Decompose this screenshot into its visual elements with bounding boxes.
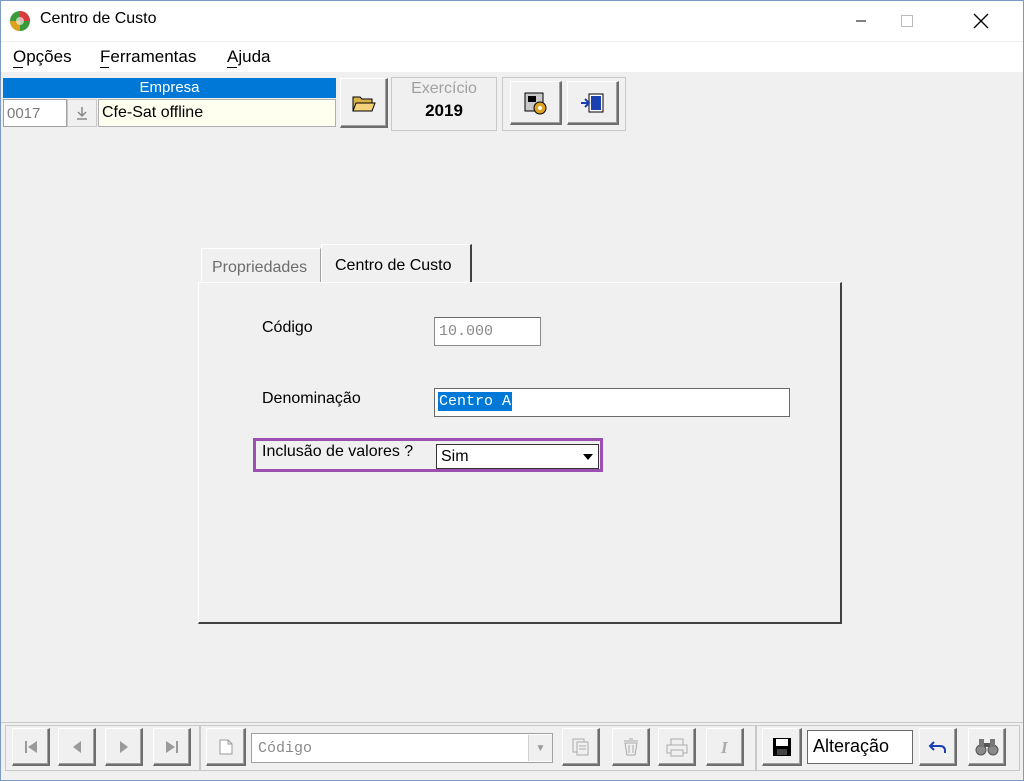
inclusao-label: Inclusão de valores ?	[262, 443, 414, 460]
search-button[interactable]	[968, 728, 1006, 766]
next-record-icon	[119, 740, 128, 753]
last-record-icon	[165, 740, 178, 753]
new-record-button[interactable]	[206, 728, 246, 766]
next-record-button[interactable]	[105, 728, 143, 766]
maximize-button[interactable]	[884, 1, 930, 40]
chevron-down-icon[interactable]: ▼	[528, 735, 552, 761]
exercicio-value: 2019	[425, 101, 463, 120]
undo-button[interactable]	[919, 728, 957, 766]
denominacao-label: Denominação	[262, 390, 361, 407]
maximize-icon	[901, 14, 913, 27]
delete-record-button[interactable]	[612, 728, 650, 766]
previous-record-button[interactable]	[58, 728, 96, 766]
close-button[interactable]	[958, 1, 1004, 40]
empresa-code-field[interactable]: 0017	[3, 99, 67, 127]
minimize-button[interactable]	[838, 1, 884, 40]
printer-icon	[666, 738, 687, 756]
dropdown-arrow-icon[interactable]	[578, 446, 598, 467]
app-globe-icon	[10, 11, 30, 31]
config-gear-icon	[524, 92, 546, 114]
italic-i-icon: I	[720, 738, 729, 756]
menu-accel-underline	[13, 67, 23, 68]
window-title: Centro de Custo	[40, 10, 157, 27]
svg-text:I: I	[720, 738, 729, 756]
codigo-field[interactable]: 10.000	[434, 317, 541, 346]
trash-icon	[623, 738, 638, 755]
print-button[interactable]	[658, 728, 696, 766]
copy-record-button[interactable]	[562, 728, 600, 766]
download-arrow-icon	[77, 107, 87, 120]
save-floppy-icon	[772, 737, 791, 756]
search-codigo-combo[interactable]: Código	[251, 733, 553, 763]
close-icon	[973, 13, 989, 28]
denominacao-selected-text: Centro A	[438, 392, 513, 411]
empresa-label: Empresa	[3, 78, 336, 98]
exercicio-label: Exercício	[411, 80, 477, 97]
menu-accel-underline	[227, 67, 237, 68]
copy-documents-icon	[572, 738, 588, 755]
empresa-dropdown-button[interactable]	[67, 99, 97, 127]
denominacao-field[interactable]: Centro A	[434, 388, 790, 417]
first-record-button[interactable]	[12, 728, 50, 766]
minimize-icon	[856, 20, 866, 21]
tab-centro-de-custo-label: Centro de Custo	[335, 257, 452, 274]
tab-propriedades-label: Propriedades	[212, 259, 308, 276]
menu-opcoes[interactable]: Opções	[13, 47, 72, 67]
italic-info-button[interactable]: I	[706, 728, 744, 766]
active-tab-joiner	[321, 283, 470, 285]
exit-door-icon	[580, 93, 603, 112]
codigo-label: Código	[262, 319, 313, 336]
menu-accel-underline	[100, 67, 109, 68]
previous-record-icon	[72, 740, 81, 753]
menu-ferramentas[interactable]: Ferramentas	[100, 47, 196, 67]
undo-arrow-icon	[928, 740, 946, 753]
last-record-button[interactable]	[153, 728, 191, 766]
first-record-icon	[24, 740, 37, 753]
save-button[interactable]	[762, 728, 802, 766]
menu-ajuda[interactable]: Ajuda	[227, 47, 270, 67]
inclusao-select[interactable]: Sim	[436, 444, 599, 469]
open-folder-icon	[351, 96, 376, 111]
settings-button[interactable]	[510, 81, 562, 125]
new-document-icon	[219, 739, 232, 754]
exit-button[interactable]	[567, 81, 619, 125]
binoculars-icon	[975, 738, 998, 755]
open-folder-button[interactable]	[340, 78, 388, 128]
empresa-name-field[interactable]: Cfe-Sat offline	[98, 99, 336, 127]
mode-status-field: Alteração	[807, 730, 913, 764]
